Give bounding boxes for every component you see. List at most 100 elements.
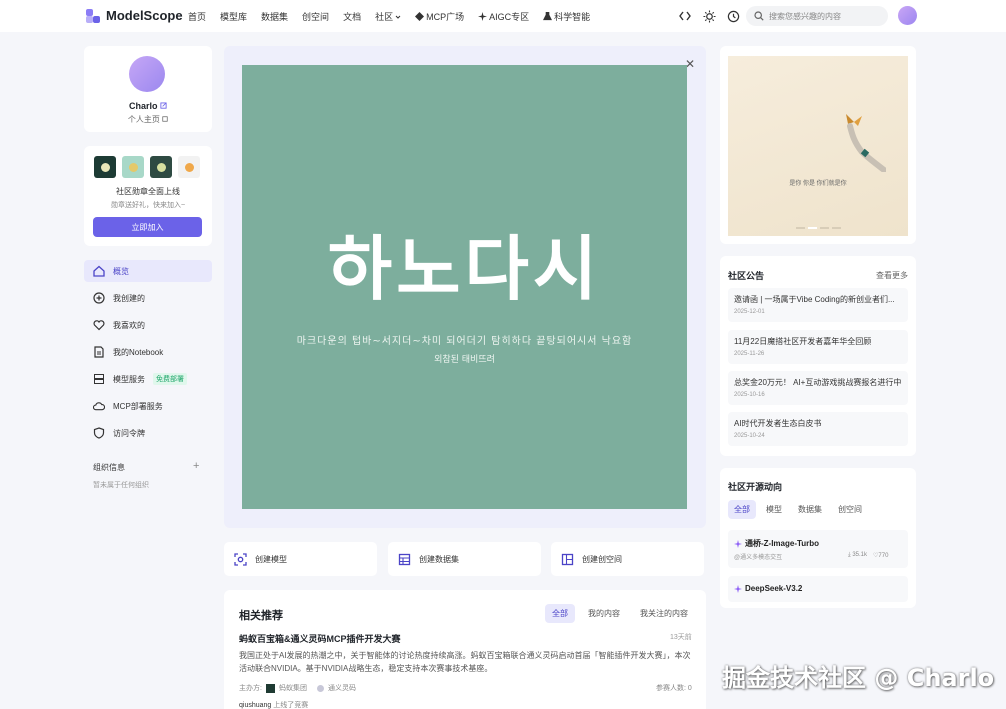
search-icon: [754, 11, 764, 21]
add-org-icon[interactable]: +: [193, 460, 199, 472]
top-bar: ModelScope 首页 模型库 数据集 创空间 文档 社区 MCP广场 AI…: [0, 0, 1006, 32]
trend-tab-all[interactable]: 全部: [728, 500, 756, 519]
nav-mcp[interactable]: MCP广场: [415, 10, 464, 23]
profile-name[interactable]: Charlo: [84, 101, 212, 111]
carousel-dot-2[interactable]: [808, 227, 817, 229]
sidebar-item-liked[interactable]: 我喜欢的: [84, 314, 212, 336]
sidebar-item-mcp-deploy[interactable]: MCP部署服务: [84, 395, 212, 417]
carousel-dot-4[interactable]: [832, 227, 841, 229]
carousel-dot-1[interactable]: [796, 227, 805, 229]
app-name: ModelScope: [106, 8, 183, 23]
trend-tab-studios[interactable]: 创空间: [832, 500, 868, 519]
watermark: 掘金技术社区 @ Charlo: [722, 664, 995, 692]
search-box[interactable]: [746, 6, 888, 26]
external-link-icon: [160, 102, 167, 109]
sidebar-item-notebook[interactable]: 我的Notebook: [84, 341, 212, 363]
poster-line-1: 마크다운의 텁바~서지더~차미 되어더기 탐히하다 끝탕되어시서 낙요함: [296, 336, 633, 347]
code-icon[interactable]: [678, 9, 692, 23]
tab-my-content[interactable]: 我的内容: [581, 604, 627, 623]
sparkle-icon: [734, 584, 742, 593]
recommend-item-title[interactable]: 蚂蚁百宝箱&通义灵码MCP插件开发大赛: [239, 632, 401, 645]
trend-item[interactable]: 通桥-Z-Image-Turbo @通义多模态交互 ⤓ 35.1k ♡770: [728, 530, 908, 568]
tongyi-logo: [316, 684, 324, 692]
recommend-item-user: qiushuang 上线了竞赛: [239, 702, 309, 709]
badge-2[interactable]: [122, 156, 144, 178]
badge-3[interactable]: [150, 156, 172, 178]
nav-aigc[interactable]: AIGC专区: [478, 10, 529, 23]
plus-circle-icon: [93, 292, 105, 304]
trend-tab-datasets[interactable]: 数据集: [792, 500, 828, 519]
sidebar-item-overview[interactable]: 概览: [84, 260, 212, 282]
external-link-icon: [162, 116, 168, 122]
ant-group-logo: [265, 683, 275, 693]
poster-image: 하노다시 마크다운의 텁바~서지더~차미 되어더기 탐히하다 끝탕되어시서 낙요…: [242, 65, 687, 509]
badge-4[interactable]: [178, 156, 200, 178]
nav-docs[interactable]: 文档: [343, 10, 361, 23]
poster-line-2: 외참된 태비뜨려: [434, 355, 495, 365]
notice-title: 社区公告: [728, 271, 765, 281]
flask-icon: [543, 12, 553, 21]
create-studio-button[interactable]: 创建创空间: [551, 542, 704, 576]
join-button[interactable]: 立即加入: [93, 217, 202, 237]
nav-science[interactable]: 科学智能: [543, 10, 590, 23]
cloud-icon: [93, 402, 105, 411]
badge-card: 社区勋章全面上线 勋章送好礼，快来加入~ 立即加入: [84, 146, 212, 246]
theme-sun-icon[interactable]: [702, 9, 716, 23]
notice-more-link[interactable]: 查看更多: [876, 270, 908, 281]
notice-item[interactable]: AI时代开发者生态白皮书 2025-10-24: [728, 412, 908, 446]
sidebar-item-created[interactable]: 我创建的: [84, 287, 212, 309]
banner-caption: 是你 你是 你们就是你: [789, 181, 847, 187]
org-title: 组织信息: [93, 463, 125, 472]
nav-datasets[interactable]: 数据集: [261, 10, 288, 23]
poster-title: 하노다시: [327, 228, 602, 310]
sidebar-item-access-token[interactable]: 访问令牌: [84, 422, 212, 444]
sidebar-menu: 概览 我创建的 我喜欢的 我的Notebook 模型服务 免费部署 MCP部署服…: [84, 260, 212, 449]
nav-models[interactable]: 模型库: [220, 10, 247, 23]
create-model-button[interactable]: 创建模型: [224, 542, 377, 576]
trend-tab-models[interactable]: 模型: [760, 500, 788, 519]
tab-following[interactable]: 我关注的内容: [633, 604, 695, 623]
trend-item-stats: ⤓ 35.1k ♡770: [848, 552, 888, 559]
notice-item[interactable]: 邀请函 | 一场属于Vibe Coding的新创业者们... 2025-12-0…: [728, 288, 908, 322]
recommend-item-time: 13天前: [670, 634, 692, 641]
recommend-panel: 相关推荐 全部 我的内容 我关注的内容 蚂蚁百宝箱&通义灵码MCP插件开发大赛 …: [224, 590, 706, 709]
trend-card: 社区开源动向 全部 模型 数据集 创空间 通桥-Z-Image-Turbo @通…: [720, 468, 916, 608]
nav-community[interactable]: 社区: [375, 10, 401, 23]
notebook-icon: [94, 346, 104, 358]
badge-title: 社区勋章全面上线: [116, 187, 180, 196]
recommend-item-desc: 我国正处于AI发展的热潮之中，关于智能体的讨论热度持续高涨。蚂蚁百宝箱联合通义灵…: [239, 651, 691, 673]
badge-subtitle: 勋章送好礼，快来加入~: [110, 202, 186, 209]
download-stat: ⤓ 35.1k: [848, 552, 868, 558]
search-input[interactable]: [769, 11, 879, 21]
badge-list: [94, 156, 200, 178]
server-icon: [94, 374, 104, 384]
trend-tabs: 全部 模型 数据集 创空间: [728, 500, 868, 519]
trend-item[interactable]: DeepSeek-V3.2: [728, 576, 908, 602]
chevron-down-icon: [395, 15, 401, 19]
sidebar-item-model-service[interactable]: 模型服务 免费部署: [84, 368, 212, 390]
sparkle-icon: [478, 12, 488, 21]
history-icon[interactable]: [726, 9, 740, 23]
nav-studios[interactable]: 创空间: [302, 10, 329, 23]
notice-card: 社区公告 查看更多 邀请函 | 一场属于Vibe Coding的新创业者们...…: [720, 256, 916, 456]
notice-item[interactable]: 总奖金20万元！ AI+互动游戏挑战赛报名进行中 2025-10-16: [728, 371, 908, 405]
sparkle-icon: [734, 539, 742, 548]
badge-1[interactable]: [94, 156, 116, 178]
logo[interactable]: ModelScope: [86, 8, 183, 23]
banner-image[interactable]: 是你 你是 你们就是你: [728, 56, 908, 236]
notice-item[interactable]: 11月22日魔搭社区开发者嘉年华全回顾 2025-11-26: [728, 330, 908, 364]
tab-all[interactable]: 全部: [545, 604, 575, 623]
org-empty-text: 暂未属于任何组织: [93, 482, 149, 489]
modelscope-logo-icon: [86, 8, 100, 23]
profile-homepage-link[interactable]: 个人主页: [84, 114, 212, 125]
shield-icon: [93, 427, 105, 439]
create-dataset-button[interactable]: 创建数据集: [388, 542, 541, 576]
model-icon: [234, 552, 247, 566]
recommend-item-organizers: 主办方: 蚂蚁集团 通义灵码: [239, 683, 356, 693]
user-avatar[interactable]: [898, 6, 917, 25]
home-icon: [93, 265, 105, 277]
profile-avatar[interactable]: [129, 56, 165, 92]
carousel-dot-3[interactable]: [820, 227, 829, 229]
nav-home[interactable]: 首页: [188, 10, 206, 23]
hand-butterfly-illustration: [846, 114, 886, 172]
